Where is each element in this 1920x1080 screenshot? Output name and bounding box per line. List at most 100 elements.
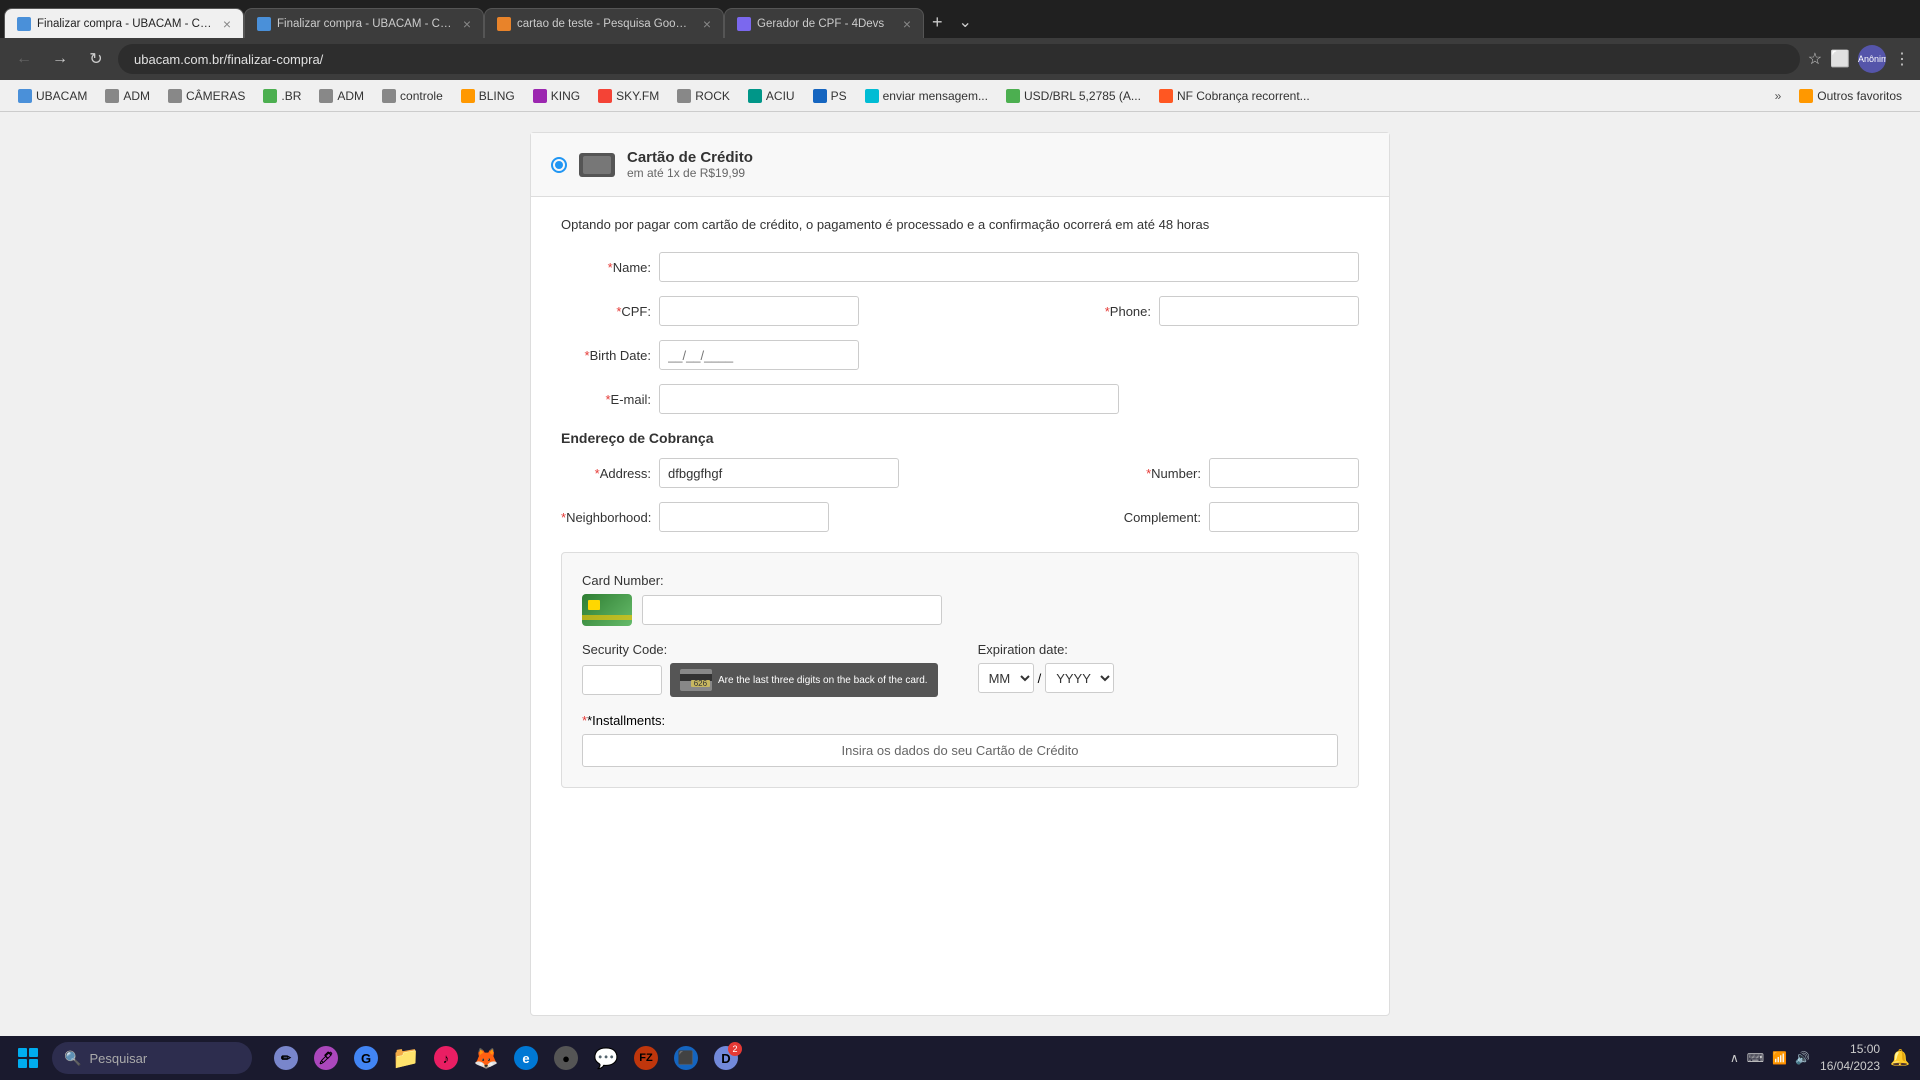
screen-cast-icon[interactable]: ⬜: [1830, 49, 1850, 69]
card-number-input[interactable]: [642, 595, 942, 625]
neighborhood-input[interactable]: [659, 502, 829, 532]
bookmark-aciu[interactable]: ACIU: [740, 86, 803, 106]
bookmark-icon: [105, 89, 119, 103]
taskbar-app-folder[interactable]: 📁: [388, 1040, 424, 1076]
win-sq-2: [29, 1048, 38, 1057]
bookmark-icon: [813, 89, 827, 103]
tab-label: cartao de teste - Pesquisa Googl...: [517, 18, 693, 30]
cpf-phone-row: *CPF: *Phone:: [561, 296, 1359, 326]
tab-3[interactable]: cartao de teste - Pesquisa Googl... ×: [484, 8, 724, 38]
neighborhood-label: *Neighborhood:: [561, 510, 651, 525]
bookmark-rock[interactable]: ROCK: [669, 86, 738, 106]
tab-2[interactable]: Finalizar compra - UBACAM - CÂ... ×: [244, 8, 484, 38]
tab-close-button[interactable]: ×: [463, 17, 471, 31]
bookmark-nf[interactable]: NF Cobrança recorrent...: [1151, 86, 1318, 106]
taskbar-app-firefox[interactable]: 🦊: [468, 1040, 504, 1076]
chevron-up-icon[interactable]: ∧: [1730, 1051, 1739, 1065]
tab-close-button[interactable]: ×: [703, 17, 711, 31]
tab-4[interactable]: Gerador de CPF - 4Devs ×: [724, 8, 924, 38]
bookmark-icon: [1159, 89, 1173, 103]
number-label: *Number:: [1131, 466, 1201, 481]
bookmark-king[interactable]: KING: [525, 86, 588, 106]
credit-card-radio[interactable]: [551, 157, 567, 173]
bookmark-enviar[interactable]: enviar mensagem...: [857, 86, 996, 106]
tab-close-button[interactable]: ×: [903, 17, 911, 31]
bookmark-bling[interactable]: BLING: [453, 86, 523, 106]
taskbar-search[interactable]: 🔍 Pesquisar: [52, 1042, 252, 1074]
address-input[interactable]: [659, 458, 899, 488]
name-row: *Name:: [561, 252, 1359, 282]
birthdate-input[interactable]: [659, 340, 859, 370]
taskbar-app-whatsapp[interactable]: 💬: [588, 1040, 624, 1076]
bookmark-icon: [533, 89, 547, 103]
taskbar-app-filezilla[interactable]: FZ: [628, 1040, 664, 1076]
bookmark-controle[interactable]: controle: [374, 86, 451, 106]
phone-input[interactable]: [1159, 296, 1359, 326]
security-expiry-row: Security Code: 626 Are the last three di…: [582, 642, 1338, 697]
bookmark-br[interactable]: .BR: [255, 86, 309, 106]
tab-favicon: [17, 17, 31, 31]
taskbar-app-scripter[interactable]: ✏: [268, 1040, 304, 1076]
address-input[interactable]: [118, 44, 1800, 74]
bookmark-ps[interactable]: PS: [805, 86, 855, 106]
reload-button[interactable]: ↻: [82, 45, 110, 73]
taskbar-app-connect[interactable]: ⬛: [668, 1040, 704, 1076]
bookmark-icon: [168, 89, 182, 103]
windows-logo: [18, 1048, 38, 1068]
tab-label: Finalizar compra - UBACAM - CÂ...: [277, 18, 453, 30]
bookmark-ubacam[interactable]: UBACAM: [10, 86, 95, 106]
email-input[interactable]: [659, 384, 1119, 414]
bookmark-label: USD/BRL 5,2785 (A...: [1024, 89, 1141, 103]
bookmark-adm2[interactable]: ADM: [311, 86, 372, 106]
name-input[interactable]: [659, 252, 1359, 282]
bookmark-label: ACIU: [766, 89, 795, 103]
taskbar-app-beats[interactable]: ♪: [428, 1040, 464, 1076]
wifi-icon[interactable]: 📶: [1772, 1051, 1787, 1065]
expiry-month-select[interactable]: MM 01020304 05060708 09101112: [978, 663, 1034, 693]
bookmark-outros[interactable]: Outros favoritos: [1791, 86, 1910, 106]
profile-button[interactable]: Anônima: [1858, 45, 1886, 73]
cpf-input[interactable]: [659, 296, 859, 326]
taskbar-app-chrome[interactable]: G: [348, 1040, 384, 1076]
tab-active[interactable]: Finalizar compra - UBACAM - CÂ... ×: [4, 8, 244, 38]
taskbar-app-discord[interactable]: D 2: [708, 1040, 744, 1076]
notification-icon[interactable]: 🔔: [1890, 1048, 1910, 1068]
menu-icon[interactable]: ⋮: [1894, 49, 1910, 69]
taskbar-app-edge[interactable]: e: [508, 1040, 544, 1076]
expiration-label: Expiration date:: [978, 642, 1115, 657]
complement-input[interactable]: [1209, 502, 1359, 532]
bookmark-cameras[interactable]: CÂMERAS: [160, 86, 253, 106]
bookmarks-more-button[interactable]: »: [1767, 86, 1790, 106]
bookmark-star-icon[interactable]: ☆: [1808, 49, 1822, 69]
taskbar-app-circle[interactable]: ●: [548, 1040, 584, 1076]
discord-badge: 2: [728, 1042, 742, 1056]
bookmark-label: NF Cobrança recorrent...: [1177, 89, 1310, 103]
security-hint-box: 626 Are the last three digits on the bac…: [670, 663, 938, 697]
tab-overflow-button[interactable]: ⌄: [951, 12, 980, 32]
page-content: Cartão de Crédito em até 1x de R$19,99 O…: [0, 112, 1920, 1036]
tab-close-button[interactable]: ×: [223, 17, 231, 31]
payment-method-title: Cartão de Crédito: [627, 149, 753, 166]
volume-icon[interactable]: 🔊: [1795, 1051, 1810, 1065]
back-button[interactable]: ←: [10, 45, 38, 73]
installments-info: Insira os dados do seu Cartão de Crédito: [582, 734, 1338, 767]
bookmark-adm[interactable]: ADM: [97, 86, 158, 106]
taskbar-app-pen[interactable]: 🖊: [308, 1040, 344, 1076]
bookmark-skyfm[interactable]: SKY.FM: [590, 86, 667, 106]
content-wrapper: Cartão de Crédito em até 1x de R$19,99 O…: [530, 132, 1390, 1016]
bookmark-icon: [1799, 89, 1813, 103]
new-tab-button[interactable]: +: [924, 12, 951, 33]
bookmark-usd[interactable]: USD/BRL 5,2785 (A...: [998, 86, 1149, 106]
address-bar-row: ← → ↻ ☆ ⬜ Anônima ⋮: [0, 38, 1920, 80]
security-input-row: 626 Are the last three digits on the bac…: [582, 663, 938, 697]
forward-button[interactable]: →: [46, 45, 74, 73]
number-input[interactable]: [1209, 458, 1359, 488]
bookmark-icon: [461, 89, 475, 103]
taskbar-clock[interactable]: 15:00 16/04/2023: [1820, 1041, 1880, 1075]
bookmark-icon: [382, 89, 396, 103]
expiry-year-select[interactable]: YYYY 2023202420252026 2027202820292030 2…: [1045, 663, 1114, 693]
keyboard-icon[interactable]: ⌨: [1747, 1051, 1764, 1065]
bookmark-label: enviar mensagem...: [883, 89, 988, 103]
start-button[interactable]: [10, 1040, 46, 1076]
security-code-input[interactable]: [582, 665, 662, 695]
